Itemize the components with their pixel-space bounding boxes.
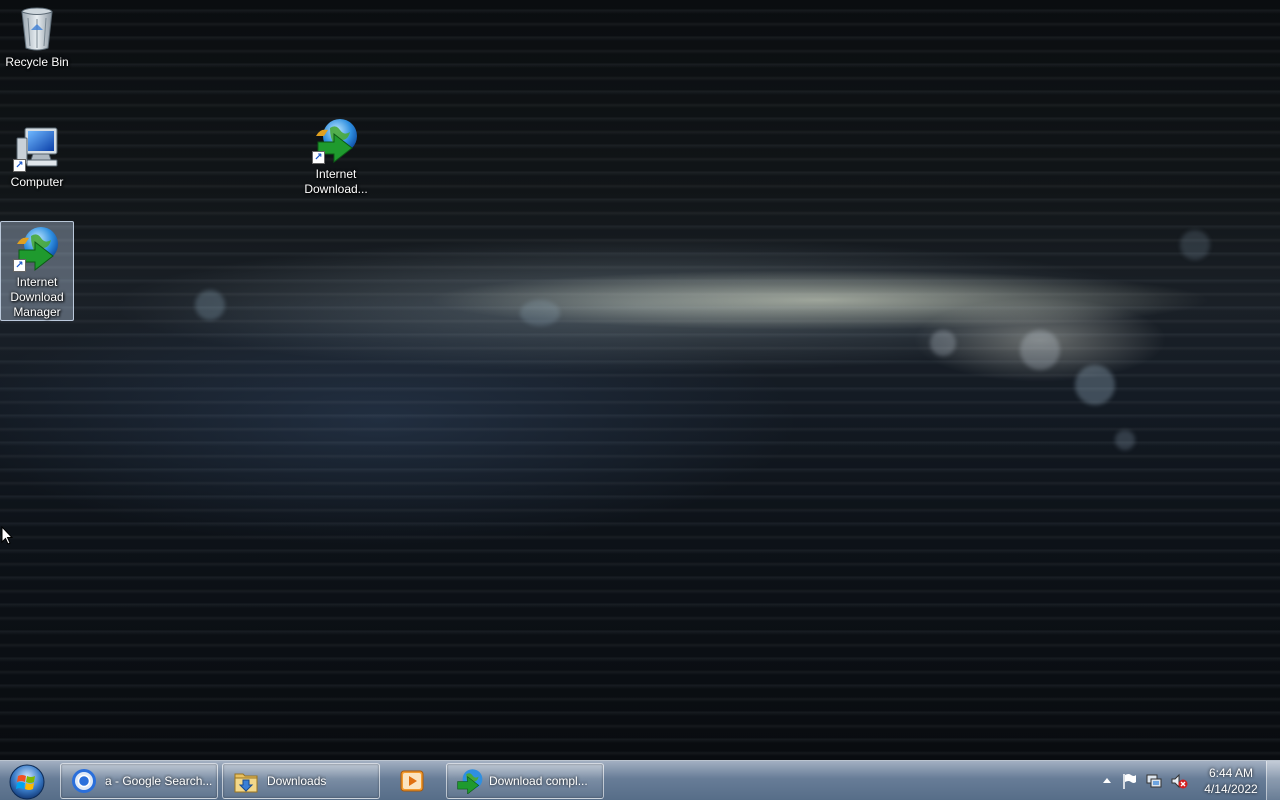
recycle-bin-icon: [13, 4, 61, 52]
shortcut-arrow-icon: ↗: [312, 151, 325, 164]
taskbar-button-downloads[interactable]: Downloads: [222, 763, 380, 799]
desktop-icon-recycle-bin[interactable]: Recycle Bin: [0, 2, 74, 70]
idm-icon: ↗: [312, 116, 360, 164]
taskbar-button-label: Download compl...: [489, 774, 588, 788]
show-desktop-button[interactable]: [1266, 761, 1280, 800]
desktop-icon-internet-download-manager[interactable]: ↗ Internet Download Manager: [0, 221, 74, 321]
desktop-icon-computer[interactable]: ↗ Computer: [0, 122, 74, 190]
taskbar-button-download-complete[interactable]: Download compl...: [446, 763, 604, 799]
wallpaper-bokeh: [1075, 365, 1115, 405]
desktop-icon-label: Internet Download Manager: [10, 275, 64, 319]
wallpaper-bokeh: [195, 290, 225, 320]
wallpaper-bokeh: [1115, 430, 1135, 450]
idm-icon: [455, 768, 483, 795]
mouse-cursor-icon: [1, 526, 13, 545]
clock-date: 4/14/2022: [1204, 782, 1258, 796]
shortcut-arrow-icon: ↗: [13, 259, 26, 272]
desktop-icon-label: Internet Download...: [304, 167, 368, 196]
start-button[interactable]: [4, 762, 50, 800]
wallpaper-bokeh: [1180, 230, 1210, 260]
windows-start-orb-icon: [9, 764, 45, 800]
taskbar-button-label: Downloads: [267, 774, 327, 788]
network-icon[interactable]: [1145, 772, 1163, 790]
show-hidden-icons-chevron[interactable]: [1098, 772, 1116, 790]
desktop-wallpaper: [0, 0, 1280, 760]
action-center-flag-icon[interactable]: [1120, 772, 1138, 790]
wallpaper-bokeh: [1020, 330, 1060, 370]
desktop-icon-label: Recycle Bin: [5, 55, 69, 69]
folder-downloads-icon: [233, 768, 259, 794]
taskbar-button-label: a - Google Search...: [105, 774, 213, 788]
media-player-icon: [399, 768, 425, 794]
volume-muted-icon[interactable]: [1170, 772, 1188, 790]
idm-icon: ↗: [13, 224, 61, 272]
taskbar-button-media-player[interactable]: [384, 763, 442, 799]
taskbar-button-chrome[interactable]: a - Google Search...: [60, 763, 218, 799]
taskbar: a - Google Search... Downloads Download …: [0, 760, 1280, 800]
desktop-icon-label: Computer: [10, 175, 64, 189]
desktop-icon-internet-download[interactable]: ↗ Internet Download...: [299, 114, 373, 197]
chrome-icon: [71, 768, 97, 794]
shortcut-arrow-icon: ↗: [13, 159, 26, 172]
clock-time: 6:44 AM: [1208, 766, 1254, 780]
wallpaper-bokeh: [930, 330, 956, 356]
system-clock[interactable]: 6:44 AM 4/14/2022: [1198, 765, 1264, 797]
wallpaper-bokeh: [520, 300, 560, 326]
computer-icon: ↗: [13, 124, 61, 172]
